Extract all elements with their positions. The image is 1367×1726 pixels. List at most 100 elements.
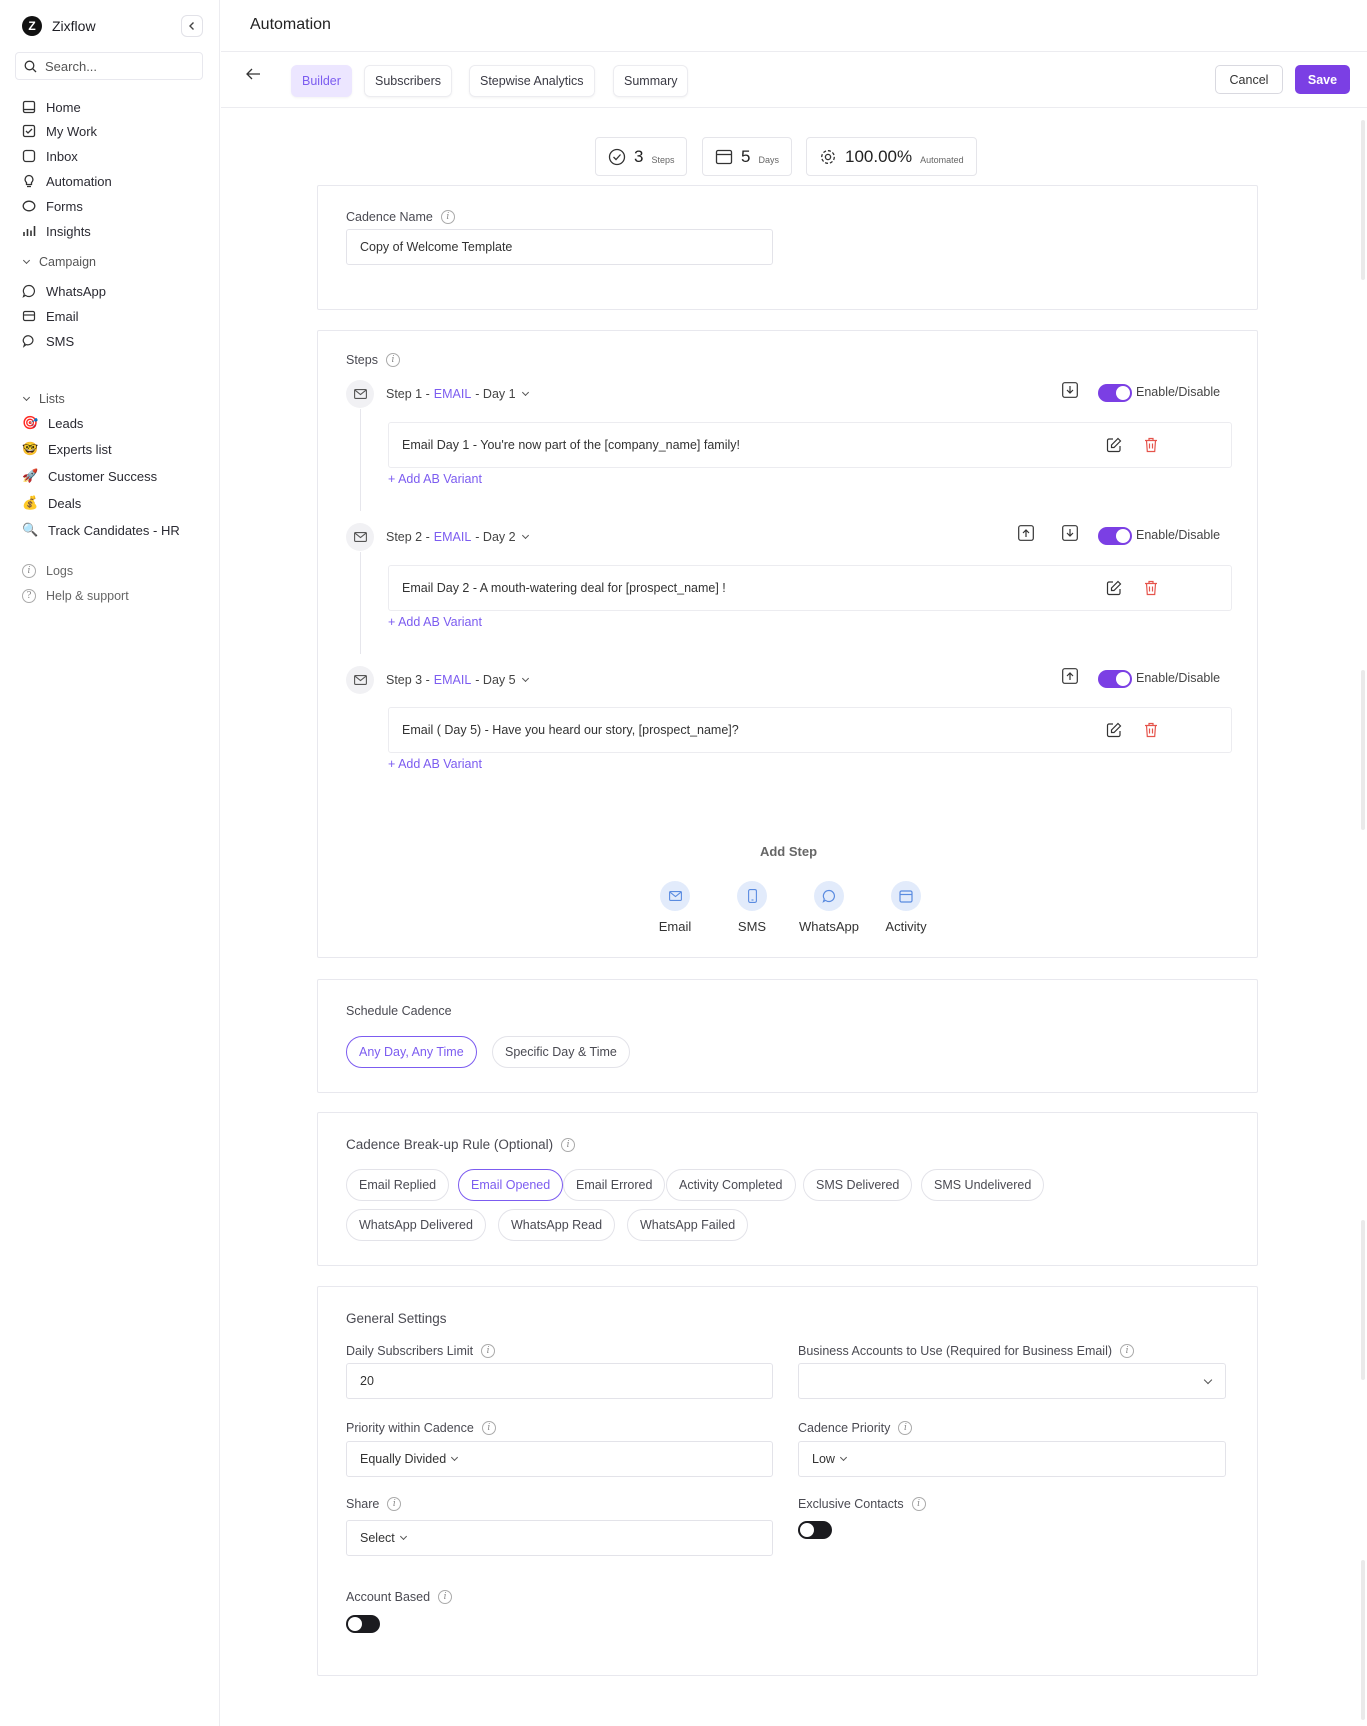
nav-sms[interactable]: SMS <box>22 331 74 351</box>
scrollbar[interactable] <box>1361 1560 1365 1720</box>
back-button[interactable] <box>245 67 261 84</box>
list-leads[interactable]: 🎯 Leads <box>22 413 83 433</box>
delete-icon[interactable] <box>1144 580 1158 596</box>
home-icon <box>22 100 36 114</box>
nav-my-work[interactable]: My Work <box>22 121 97 141</box>
info-icon[interactable]: i <box>911 1497 926 1511</box>
add-step-email[interactable]: Email <box>640 881 710 934</box>
info-icon[interactable]: i <box>387 1497 402 1511</box>
brand-logo: Z <box>22 16 42 36</box>
search-input[interactable]: Search... <box>15 52 203 80</box>
nav-inbox[interactable]: Inbox <box>22 146 78 166</box>
collapse-sidebar-button[interactable] <box>181 15 203 37</box>
account-based-toggle[interactable] <box>346 1615 380 1633</box>
exclusive-contacts-toggle[interactable] <box>798 1521 832 1539</box>
step-title-dropdown[interactable]: Step 1 - EMAIL - Day 1 <box>386 387 529 401</box>
list-track-candidates[interactable]: 🔍 Track Candidates - HR <box>22 520 180 540</box>
info-icon[interactable]: i <box>1120 1344 1135 1358</box>
rule-activity-completed[interactable]: Activity Completed <box>666 1169 796 1201</box>
step-title-dropdown[interactable]: Step 3 - EMAIL - Day 5 <box>386 673 529 687</box>
nav-help[interactable]: ? Help & support <box>22 586 129 606</box>
email-icon <box>22 310 36 322</box>
step-email-icon <box>346 523 374 551</box>
info-icon[interactable]: i <box>481 1421 496 1435</box>
step-1-enable-toggle[interactable] <box>1098 384 1132 402</box>
list-deals[interactable]: 💰 Deals <box>22 493 81 513</box>
info-icon[interactable]: i <box>438 1590 453 1604</box>
breakup-rule-card: Cadence Break-up Rule (Optional) i Email… <box>317 1112 1258 1266</box>
priority-within-select[interactable]: Equally Divided <box>346 1441 773 1477</box>
tab-stepwise-analytics[interactable]: Stepwise Analytics <box>469 65 595 97</box>
nav-logs[interactable]: i Logs <box>22 561 73 581</box>
scrollbar[interactable] <box>1361 670 1365 830</box>
rule-email-errored[interactable]: Email Errored <box>563 1169 666 1201</box>
lists-section-toggle[interactable]: Lists <box>22 392 65 406</box>
edit-icon[interactable] <box>1106 437 1122 453</box>
info-icon[interactable]: i <box>481 1344 496 1358</box>
step-email-icon <box>346 380 374 408</box>
rule-email-replied[interactable]: Email Replied <box>346 1169 450 1201</box>
check-circle-icon <box>608 148 626 165</box>
move-down-icon[interactable] <box>1062 525 1078 541</box>
add-step-title: Add Step <box>759 844 818 859</box>
tab-subscribers[interactable]: Subscribers <box>364 65 452 97</box>
daily-limit-label: Daily Subscribers Limit i <box>346 1344 496 1358</box>
target-icon: 🎯 <box>22 415 39 430</box>
schedule-cadence-card: Schedule Cadence Any Day, Any Time Speci… <box>317 979 1258 1093</box>
add-step-sms[interactable]: SMS <box>717 881 787 934</box>
nav-automation[interactable]: Automation <box>22 171 112 191</box>
save-button[interactable]: Save <box>1295 65 1350 94</box>
campaign-section-toggle[interactable]: Campaign <box>22 255 96 269</box>
step-connector <box>360 409 361 511</box>
list-customer-success[interactable]: 🚀 Customer Success <box>22 466 157 486</box>
add-ab-variant-link[interactable]: + Add AB Variant <box>388 615 482 629</box>
forms-icon <box>22 200 36 212</box>
nav-email[interactable]: Email <box>22 306 79 326</box>
rule-sms-delivered[interactable]: SMS Delivered <box>803 1169 913 1201</box>
daily-limit-input[interactable]: 20 <box>346 1363 773 1399</box>
business-accounts-select[interactable] <box>798 1363 1226 1399</box>
edit-icon[interactable] <box>1106 722 1122 738</box>
edit-icon[interactable] <box>1106 580 1122 596</box>
nav-home[interactable]: Home <box>22 97 81 117</box>
cadence-name-input[interactable]: Copy of Welcome Template <box>346 229 773 265</box>
add-ab-variant-link[interactable]: + Add AB Variant <box>388 757 482 771</box>
rule-whatsapp-failed[interactable]: WhatsApp Failed <box>627 1209 749 1241</box>
step-3-enable-toggle[interactable] <box>1098 670 1132 688</box>
schedule-any-day[interactable]: Any Day, Any Time <box>346 1036 477 1068</box>
tab-builder[interactable]: Builder <box>291 65 352 97</box>
tab-summary[interactable]: Summary <box>613 65 689 97</box>
info-icon[interactable]: i <box>385 353 400 367</box>
scrollbar[interactable] <box>1361 120 1365 280</box>
envelope-icon <box>353 389 367 399</box>
nav-insights[interactable]: Insights <box>22 221 91 241</box>
add-ab-variant-link[interactable]: + Add AB Variant <box>388 472 482 486</box>
rule-email-opened[interactable]: Email Opened <box>458 1169 564 1201</box>
share-select[interactable]: Select <box>346 1520 773 1556</box>
info-icon[interactable]: i <box>440 210 455 224</box>
step-title-dropdown[interactable]: Step 2 - EMAIL - Day 2 <box>386 530 529 544</box>
move-up-icon[interactable] <box>1062 668 1078 684</box>
chevron-down-icon <box>399 1532 407 1541</box>
nav-forms[interactable]: Forms <box>22 196 83 216</box>
rule-whatsapp-read[interactable]: WhatsApp Read <box>498 1209 616 1241</box>
step-2-enable-toggle[interactable] <box>1098 527 1132 545</box>
list-experts[interactable]: 🤓 Experts list <box>22 439 112 459</box>
add-step-whatsapp[interactable]: WhatsApp <box>794 881 864 934</box>
scrollbar[interactable] <box>1361 1220 1365 1380</box>
cadence-priority-select[interactable]: Low <box>798 1441 1226 1477</box>
info-icon[interactable]: i <box>561 1137 576 1152</box>
delete-icon[interactable] <box>1144 437 1158 453</box>
rule-sms-undelivered[interactable]: SMS Undelivered <box>921 1169 1045 1201</box>
nav-whatsapp[interactable]: WhatsApp <box>22 281 106 301</box>
steps-label: Steps i <box>346 353 400 367</box>
info-icon[interactable]: i <box>898 1421 913 1435</box>
rule-whatsapp-delivered[interactable]: WhatsApp Delivered <box>346 1209 486 1241</box>
add-step-activity[interactable]: Activity <box>871 881 941 934</box>
schedule-specific-day[interactable]: Specific Day & Time <box>492 1036 630 1068</box>
move-up-icon[interactable] <box>1018 525 1034 541</box>
brand[interactable]: Z Zixflow <box>22 16 96 36</box>
delete-icon[interactable] <box>1144 722 1158 738</box>
cancel-button[interactable]: Cancel <box>1215 65 1283 94</box>
move-down-icon[interactable] <box>1062 382 1078 398</box>
